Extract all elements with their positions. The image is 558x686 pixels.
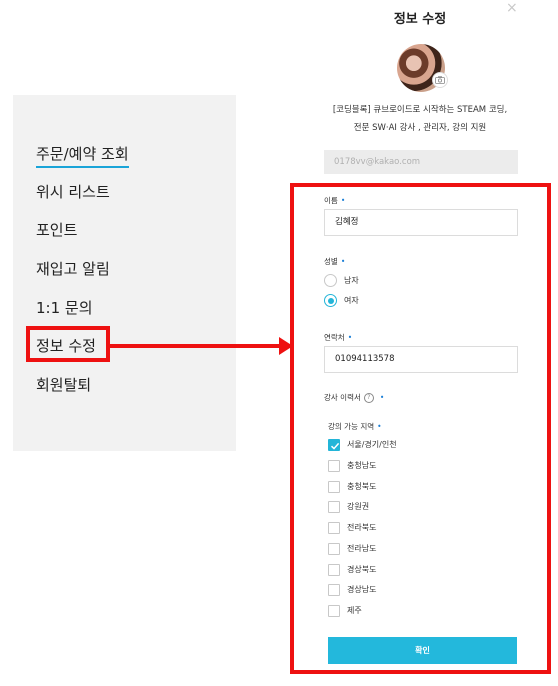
checkbox-label: 경상북도 [347, 565, 377, 574]
career-label-text: 강사 이력서 [324, 393, 361, 402]
required-mark: • [340, 196, 346, 205]
required-mark: • [347, 333, 353, 342]
checkbox[interactable] [328, 501, 340, 513]
checkbox[interactable] [328, 605, 340, 617]
region-label-text: 강의 가능 지역 [328, 422, 375, 431]
radio-button[interactable] [324, 274, 337, 287]
name-input[interactable]: 김혜정 [324, 209, 518, 236]
checkbox[interactable] [328, 522, 340, 534]
checkbox[interactable] [328, 584, 340, 596]
name-label: 이름 • [324, 195, 345, 206]
annotation-highlight-box [26, 326, 110, 362]
checkbox-label: 충청남도 [347, 461, 377, 470]
checkbox-label: 강원권 [347, 502, 370, 511]
checkbox[interactable] [328, 543, 340, 555]
profile-intro-line2: 전문 SW·AI 강사 , 관리자, 강의 지원 [353, 123, 487, 133]
checkbox[interactable] [328, 481, 340, 493]
required-mark: • [379, 393, 385, 402]
sidebar-item-points[interactable]: 포인트 [36, 219, 77, 240]
page-title: 정보 수정 [393, 12, 447, 27]
checkbox-label: 충청북도 [347, 482, 377, 491]
checkbox-label: 경상남도 [347, 585, 377, 594]
career-label: 강사 이력서? • [324, 392, 384, 403]
checkbox[interactable] [328, 564, 340, 576]
check-icon [330, 442, 340, 450]
sidebar-item-inquiry[interactable]: 1:1 문의 [36, 297, 93, 318]
sidebar-item-wishlist[interactable]: 위시 리스트 [36, 181, 110, 202]
sidebar-item-orders[interactable]: 주문/예약 조회 [36, 143, 129, 168]
checkbox-label: 전라북도 [347, 523, 377, 532]
close-icon[interactable]: × [506, 0, 518, 16]
sidebar-item-withdraw[interactable]: 회원탈퇴 [36, 374, 91, 395]
required-mark: • [340, 257, 346, 266]
camera-icon[interactable] [432, 72, 448, 88]
phone-label: 연락처 • [324, 332, 352, 343]
gender-label-text: 성별 [324, 257, 338, 266]
region-label: 강의 가능 지역 • [328, 421, 382, 432]
annotation-arrow-line [110, 344, 280, 348]
sidebar-item-restock-alert[interactable]: 재입고 알림 [36, 258, 110, 279]
profile-intro-line1: [코딩블록] 큐브로이드로 시작하는 STEAM 코딩, [332, 105, 508, 115]
checkbox-label: 서울/경기/인천 [347, 440, 397, 449]
gender-label: 성별 • [324, 256, 345, 267]
confirm-button[interactable]: 확인 [328, 637, 517, 664]
email-field: 0178vv@kakao.com [324, 150, 518, 174]
help-icon[interactable]: ? [363, 393, 374, 403]
radio-label: 남자 [344, 276, 359, 285]
radio-button[interactable] [324, 294, 337, 307]
phone-label-text: 연락처 [324, 333, 345, 342]
checkbox-label: 제주 [347, 606, 362, 615]
checkbox[interactable] [328, 439, 340, 451]
phone-input[interactable]: 01094113578 [324, 346, 518, 373]
checkbox[interactable] [328, 460, 340, 472]
name-label-text: 이름 [324, 196, 338, 205]
checkbox-label: 전라남도 [347, 544, 377, 553]
required-mark: • [377, 422, 382, 431]
radio-label: 여자 [344, 296, 359, 305]
